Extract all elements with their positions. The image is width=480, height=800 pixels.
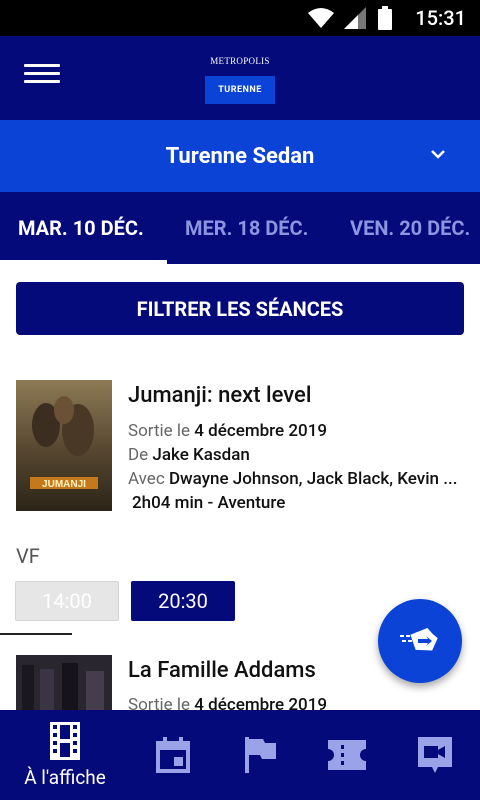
nav-item-events[interactable] xyxy=(240,710,280,800)
fab-button[interactable] xyxy=(378,599,462,683)
cinema-name: Turenne Sedan xyxy=(165,143,315,169)
ticket-arrow-icon xyxy=(400,628,438,651)
cast: Avec Dwayne Johnson, Jack Black, Kevin .… xyxy=(128,469,458,489)
release-date: Sortie le 4 décembre 2019 xyxy=(128,421,328,441)
status-icons xyxy=(308,6,392,30)
movie-title[interactable]: La Famille Addams xyxy=(128,658,316,683)
filter-sessions-button[interactable]: FILTRER LES SÉANCES xyxy=(16,282,464,335)
flag-icon xyxy=(245,737,276,773)
logo-bottom-text: TURENNE xyxy=(205,76,275,104)
tab-date-1[interactable]: MAR. 10 DÉC. xyxy=(18,192,144,264)
nav-item-calendar[interactable] xyxy=(152,710,194,800)
cinema-logo: METROPOLIS TURENNE xyxy=(205,56,275,104)
nav-item-showing[interactable]: À l'affiche xyxy=(10,710,120,800)
nav-item-trailers[interactable] xyxy=(416,710,454,800)
director: De Jake Kasdan xyxy=(128,445,250,465)
logo-top-text: METROPOLIS xyxy=(210,56,270,66)
status-time: 15:31 xyxy=(415,6,466,30)
nav-item-tickets[interactable] xyxy=(326,710,368,800)
wifi-icon xyxy=(308,8,334,28)
movie-poster[interactable]: JUMANJI xyxy=(16,380,112,511)
showtime-button[interactable]: 20:30 xyxy=(131,581,235,621)
movie-poster[interactable] xyxy=(16,655,112,710)
duration-genre: 2h04 min - Aventure xyxy=(132,493,286,513)
battery-icon xyxy=(378,6,392,30)
menu-icon[interactable] xyxy=(24,64,60,92)
film-icon xyxy=(50,722,80,760)
cinema-selector[interactable]: Turenne Sedan xyxy=(0,120,480,192)
svg-text:JUMANJI: JUMANJI xyxy=(42,479,86,490)
showtime-button[interactable]: 14:00 xyxy=(15,581,119,621)
app-header: METROPOLIS TURENNE xyxy=(0,36,480,120)
calendar-icon xyxy=(156,737,190,773)
status-bar: 15:31 xyxy=(0,0,480,36)
movie-title[interactable]: Jumanji: next level xyxy=(128,383,311,408)
divider xyxy=(0,633,72,635)
video-icon xyxy=(418,737,452,773)
active-tab-indicator xyxy=(0,260,167,264)
version-label: VF xyxy=(16,544,40,568)
nav-label-showing: À l'affiche xyxy=(24,766,106,789)
signal-icon xyxy=(344,7,366,29)
bottom-nav: À l'affiche xyxy=(0,710,480,800)
tab-date-2[interactable]: MER. 18 DÉC. xyxy=(185,192,308,264)
chevron-down-icon xyxy=(431,150,445,159)
tab-date-3[interactable]: VEN. 20 DÉC. xyxy=(350,192,470,264)
date-tabs: MAR. 10 DÉC. MER. 18 DÉC. VEN. 20 DÉC. xyxy=(0,192,480,264)
ticket-icon xyxy=(328,740,366,770)
